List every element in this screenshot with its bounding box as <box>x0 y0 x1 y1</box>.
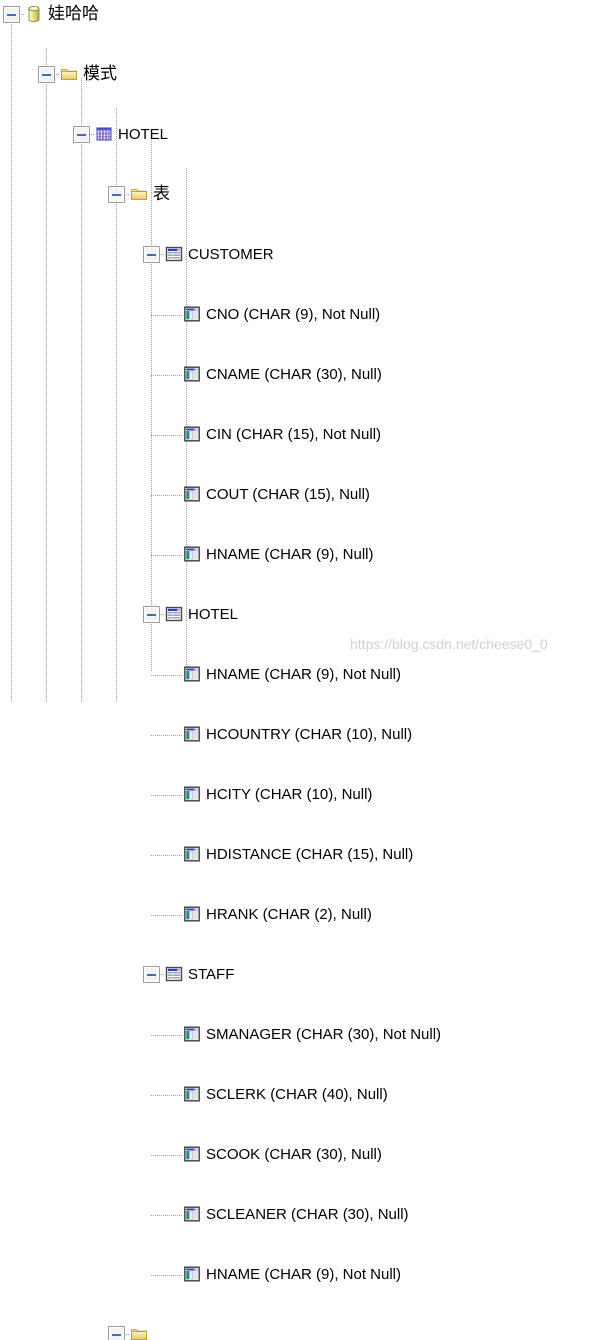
tree-node-label: 娃哈哈 <box>48 4 99 23</box>
tree-leaf-row[interactable]: SCLEANER (CHAR (30), Null) <box>0 600 594 1223</box>
column-icon <box>183 725 201 743</box>
column-icon <box>183 785 201 803</box>
tree-leaf-row[interactable]: HCOUNTRY (CHAR (10), Null) <box>0 360 594 743</box>
tree-node-label: HNAME (CHAR (9), Not Null) <box>206 1266 402 1283</box>
tree-node-label: SMANAGER (CHAR (30), Not Null) <box>206 1026 442 1043</box>
tree-node-label: SCOOK (CHAR (30), Null) <box>206 1146 382 1163</box>
collapse-toggle-icon[interactable] <box>143 966 160 983</box>
tree-connector-stub <box>151 1155 183 1156</box>
column-icon <box>183 905 201 923</box>
database-object-tree[interactable]: 娃哈哈 模式 HOTEL 表 CUSTOMER CNO (CHAR (9), N… <box>0 0 594 1340</box>
tree-connector-stub <box>151 735 183 736</box>
column-icon <box>183 1145 201 1163</box>
tree-leaf-row[interactable]: HNAME (CHAR (9), Not Null) <box>0 330 594 683</box>
tree-node-label: STAFF <box>188 966 235 983</box>
tree-leaf-row[interactable]: SCOOK (CHAR (30), Null) <box>0 570 594 1163</box>
tree-connector-stub <box>151 1215 183 1216</box>
tree-leaf-row[interactable]: HNAME (CHAR (9), Null) <box>0 270 594 563</box>
tree-leaf-row[interactable]: SCLERK (CHAR (40), Null) <box>0 540 594 1103</box>
tree-leaf-row[interactable]: HCITY (CHAR (10), Null) <box>0 390 594 803</box>
column-icon <box>183 1025 201 1043</box>
tree-node-row[interactable]: 表 <box>0 90 594 203</box>
tree-node-row[interactable]: HOTEL <box>0 300 594 623</box>
tree-connector-stub <box>151 1095 183 1096</box>
column-icon <box>183 845 201 863</box>
tree-node-row[interactable]: 娃哈哈 <box>0 0 594 30</box>
tree-node-label: HDISTANCE (CHAR (15), Null) <box>206 846 414 863</box>
tree-leaf-row[interactable]: CNAME (CHAR (30), Null) <box>0 180 594 383</box>
tree-node-row[interactable]: STAFF <box>0 480 594 983</box>
tree-leaf-row[interactable]: CNO (CHAR (9), Not Null) <box>0 150 594 323</box>
database-icon <box>25 5 43 23</box>
tree-node-label: SCLERK (CHAR (40), Null) <box>206 1086 388 1103</box>
collapse-toggle-icon[interactable] <box>3 6 20 23</box>
tree-node-label: HCITY (CHAR (10), Null) <box>206 786 373 803</box>
tree-node-label: SCLEANER (CHAR (30), Null) <box>206 1206 409 1223</box>
tree-node-row[interactable]: 模式 <box>0 30 594 83</box>
tree-node-label: HCOUNTRY (CHAR (10), Null) <box>206 726 413 743</box>
tree-node-row[interactable]: HOTEL <box>0 60 594 143</box>
tree-leaf-row[interactable]: HRANK (CHAR (2), Null) <box>0 450 594 923</box>
tree-leaf-row[interactable]: CIN (CHAR (15), Not Null) <box>0 210 594 443</box>
collapse-toggle-icon[interactable] <box>108 1326 125 1340</box>
tree-leaf-row[interactable]: SMANAGER (CHAR (30), Not Null) <box>0 510 594 1043</box>
column-icon <box>183 1265 201 1283</box>
tree-node-label: HRANK (CHAR (2), Null) <box>206 906 372 923</box>
tree-node-row[interactable] <box>0 660 594 1340</box>
column-icon <box>183 1205 201 1223</box>
tree-node-row[interactable]: CUSTOMER <box>0 120 594 263</box>
tree-connector-stub <box>151 915 183 916</box>
table-icon <box>165 965 183 983</box>
tree-connector-stub <box>151 795 183 796</box>
tree-connector-stub <box>151 1275 183 1276</box>
tree-leaf-row[interactable]: HNAME (CHAR (9), Not Null) <box>0 630 594 1283</box>
tree-leaf-row[interactable]: HDISTANCE (CHAR (15), Null) <box>0 420 594 863</box>
tree-leaf-row[interactable]: COUT (CHAR (15), Null) <box>0 240 594 503</box>
column-icon <box>183 1085 201 1103</box>
tree-connector-stub <box>151 855 183 856</box>
tree-connector-stub <box>151 1035 183 1036</box>
folder-icon <box>130 1325 148 1340</box>
